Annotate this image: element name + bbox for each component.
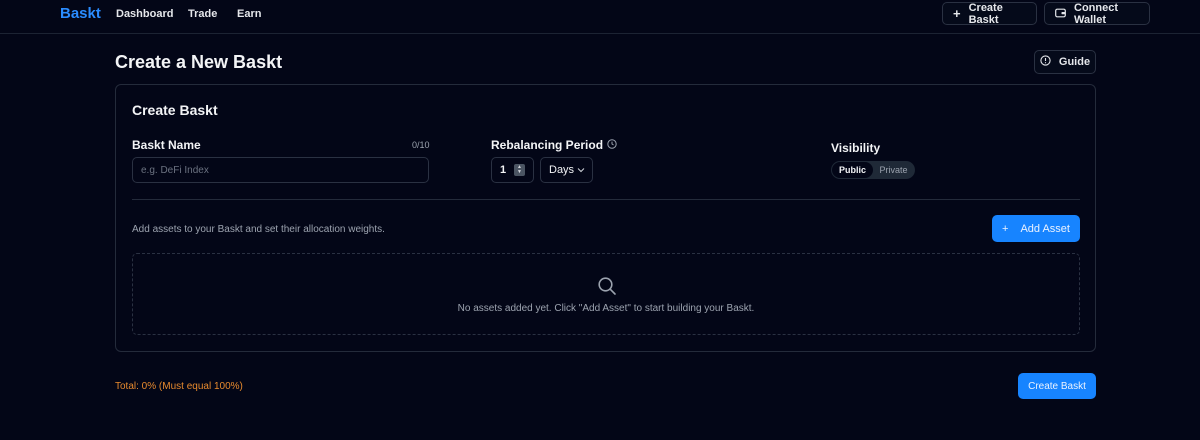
- create-baskt-submit-button[interactable]: Create Baskt: [1018, 373, 1096, 399]
- visibility-public-option[interactable]: Public: [832, 162, 873, 178]
- create-baskt-submit-label: Create Baskt: [1028, 380, 1086, 392]
- card-title: Create Baskt: [132, 102, 218, 118]
- guide-label: Guide: [1058, 56, 1091, 68]
- create-baskt-nav-label: Create Baskt: [968, 1, 1003, 26]
- baskt-name-label: Baskt Name: [132, 138, 201, 152]
- rebalancing-unit-select[interactable]: Days: [540, 157, 593, 183]
- nav-link-dashboard[interactable]: Dashboard: [116, 8, 173, 20]
- create-baskt-nav-button[interactable]: + Create Baskt: [942, 1, 1037, 26]
- rebalancing-period-heading: Rebalancing Period: [491, 138, 617, 152]
- page-title: Create a New Baskt: [115, 52, 283, 72]
- visibility-toggle: Public Private: [831, 161, 915, 179]
- connect-wallet-label: Connect Wallet: [1074, 1, 1118, 26]
- add-asset-label: Add Asset: [1020, 222, 1070, 235]
- info-circle-icon: [1040, 55, 1051, 69]
- guide-button[interactable]: Guide: [1034, 50, 1096, 74]
- assets-hint: Add assets to your Baskt and set their a…: [132, 224, 385, 235]
- nav-link-trade[interactable]: Trade: [188, 8, 217, 20]
- top-nav: Baskt Dashboard Trade Earn + Create Bask…: [0, 0, 1200, 34]
- brand-logo[interactable]: Baskt: [60, 5, 101, 22]
- name-char-counter: 0/10: [412, 140, 430, 150]
- allocation-total-value: Total: 0%: [115, 381, 157, 392]
- section-divider: [132, 199, 1080, 200]
- nav-link-earn[interactable]: Earn: [237, 8, 261, 20]
- visibility-label: Visibility: [831, 141, 881, 155]
- add-asset-button[interactable]: + Add Asset: [992, 215, 1080, 242]
- plus-icon: +: [1002, 222, 1009, 235]
- connect-wallet-button[interactable]: Connect Wallet: [1044, 1, 1150, 26]
- rebalancing-unit-value: Days: [549, 164, 575, 176]
- clock-icon[interactable]: [607, 138, 617, 152]
- search-icon: [597, 276, 617, 301]
- chevron-down-icon: [577, 164, 585, 176]
- empty-state-text: No assets added yet. Click "Add Asset" t…: [457, 303, 755, 314]
- spinner-down-icon[interactable]: ▼: [517, 170, 522, 175]
- rebalancing-period-input[interactable]: 1 ▲ ▼: [491, 157, 534, 183]
- assets-empty-state: No assets added yet. Click "Add Asset" t…: [132, 253, 1080, 335]
- rebalancing-period-label: Rebalancing Period: [491, 138, 604, 152]
- wallet-icon: [1055, 7, 1066, 20]
- create-baskt-card: Create Baskt Baskt Name 0/10 Rebalancing…: [115, 84, 1096, 352]
- baskt-name-input[interactable]: [132, 157, 429, 183]
- allocation-total: Total: 0% (Must equal 100%): [115, 381, 243, 392]
- plus-icon: +: [953, 6, 961, 21]
- allocation-total-note: (Must equal 100%): [158, 381, 243, 392]
- rebalancing-period-value: 1: [500, 164, 507, 176]
- number-spinner[interactable]: ▲ ▼: [514, 164, 525, 176]
- visibility-private-option[interactable]: Private: [873, 162, 914, 178]
